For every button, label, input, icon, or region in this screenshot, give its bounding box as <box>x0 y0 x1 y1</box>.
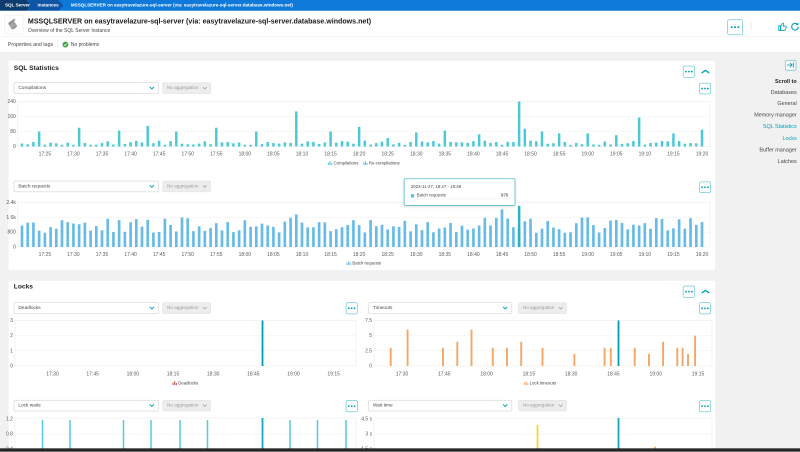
svg-text:19:20: 19:20 <box>696 252 709 258</box>
svg-text:19:10: 19:10 <box>639 151 652 157</box>
svg-text:17:40: 17:40 <box>124 151 137 157</box>
svg-text:19:05: 19:05 <box>610 252 623 258</box>
svg-text:18:00: 18:00 <box>239 151 252 157</box>
svg-text:17:50: 17:50 <box>181 252 194 258</box>
svg-text:4.5 s: 4.5 s <box>361 416 372 422</box>
svg-text:17:40: 17:40 <box>124 252 137 258</box>
svg-text:18:30: 18:30 <box>410 252 423 258</box>
svg-text:18:10: 18:10 <box>296 151 309 157</box>
svg-text:800: 800 <box>7 230 16 236</box>
svg-text:0: 0 <box>13 244 16 250</box>
svg-text:17:25: 17:25 <box>39 252 52 258</box>
svg-text:18:35: 18:35 <box>439 252 452 258</box>
svg-text:17:55: 17:55 <box>210 252 223 258</box>
svg-text:3 s: 3 s <box>365 431 372 437</box>
svg-text:19:00: 19:00 <box>581 151 594 157</box>
svg-text:19:00: 19:00 <box>581 252 594 258</box>
svg-text:19:20: 19:20 <box>696 151 709 157</box>
svg-text:18:00: 18:00 <box>480 371 493 377</box>
svg-text:160: 160 <box>7 114 16 120</box>
svg-text:19:00: 19:00 <box>287 371 300 377</box>
svg-text:18:40: 18:40 <box>467 151 480 157</box>
svg-text:19:15: 19:15 <box>667 252 680 258</box>
svg-text:0.8: 0.8 <box>6 431 13 437</box>
svg-text:18:00: 18:00 <box>239 252 252 258</box>
svg-text:17:30: 17:30 <box>67 151 80 157</box>
svg-text:18:20: 18:20 <box>353 151 366 157</box>
svg-text:18:35: 18:35 <box>439 151 452 157</box>
svg-text:5: 5 <box>369 333 372 339</box>
svg-text:240: 240 <box>7 99 16 105</box>
svg-text:19:05: 19:05 <box>610 151 623 157</box>
svg-text:1.2: 1.2 <box>6 416 13 422</box>
svg-text:19:15: 19:15 <box>667 151 680 157</box>
svg-text:18:15: 18:15 <box>167 371 180 377</box>
svg-text:1.6k: 1.6k <box>6 215 16 221</box>
svg-text:18:30: 18:30 <box>410 151 423 157</box>
svg-text:18:55: 18:55 <box>553 151 566 157</box>
svg-text:17:45: 17:45 <box>153 151 166 157</box>
svg-text:18:45: 18:45 <box>496 252 509 258</box>
svg-text:18:40: 18:40 <box>467 252 480 258</box>
svg-text:17:30: 17:30 <box>67 252 80 258</box>
svg-text:19:10: 19:10 <box>639 252 652 258</box>
svg-text:17:45: 17:45 <box>438 371 451 377</box>
svg-text:17:50: 17:50 <box>181 151 194 157</box>
svg-text:18:00: 18:00 <box>127 371 140 377</box>
svg-text:3: 3 <box>10 318 13 324</box>
svg-text:18:05: 18:05 <box>267 151 280 157</box>
svg-text:18:55: 18:55 <box>553 252 566 258</box>
svg-text:2.5: 2.5 <box>365 348 372 354</box>
svg-text:17:35: 17:35 <box>96 151 109 157</box>
svg-text:18:30: 18:30 <box>565 371 578 377</box>
svg-text:18:25: 18:25 <box>381 151 394 157</box>
svg-text:18:05: 18:05 <box>267 252 280 258</box>
svg-text:18:15: 18:15 <box>324 252 337 258</box>
svg-text:18:15: 18:15 <box>523 371 536 377</box>
svg-text:7.5: 7.5 <box>365 318 372 324</box>
svg-text:2.4k: 2.4k <box>6 200 16 206</box>
svg-text:18:45: 18:45 <box>496 151 509 157</box>
svg-text:17:35: 17:35 <box>96 252 109 258</box>
svg-text:19:00: 19:00 <box>649 371 662 377</box>
svg-text:19:15: 19:15 <box>327 371 340 377</box>
svg-text:18:20: 18:20 <box>353 252 366 258</box>
svg-text:18:10: 18:10 <box>296 252 309 258</box>
svg-text:18:25: 18:25 <box>381 252 394 258</box>
svg-text:17:45: 17:45 <box>86 371 99 377</box>
svg-text:18:50: 18:50 <box>524 151 537 157</box>
svg-text:19:15: 19:15 <box>692 371 705 377</box>
svg-text:17:30: 17:30 <box>396 371 409 377</box>
svg-text:80: 80 <box>10 129 16 135</box>
svg-text:0: 0 <box>369 363 372 369</box>
svg-text:17:30: 17:30 <box>46 371 59 377</box>
svg-text:2: 2 <box>10 333 13 339</box>
svg-text:17:25: 17:25 <box>39 151 52 157</box>
svg-text:18:45: 18:45 <box>607 371 620 377</box>
svg-text:17:55: 17:55 <box>210 151 223 157</box>
svg-text:18:50: 18:50 <box>524 252 537 258</box>
svg-text:1: 1 <box>10 348 13 354</box>
svg-text:17:45: 17:45 <box>153 252 166 258</box>
svg-text:0: 0 <box>10 363 13 369</box>
svg-text:18:30: 18:30 <box>207 371 220 377</box>
svg-text:18:15: 18:15 <box>324 151 337 157</box>
svg-text:18:45: 18:45 <box>247 371 260 377</box>
svg-text:0: 0 <box>13 144 16 150</box>
